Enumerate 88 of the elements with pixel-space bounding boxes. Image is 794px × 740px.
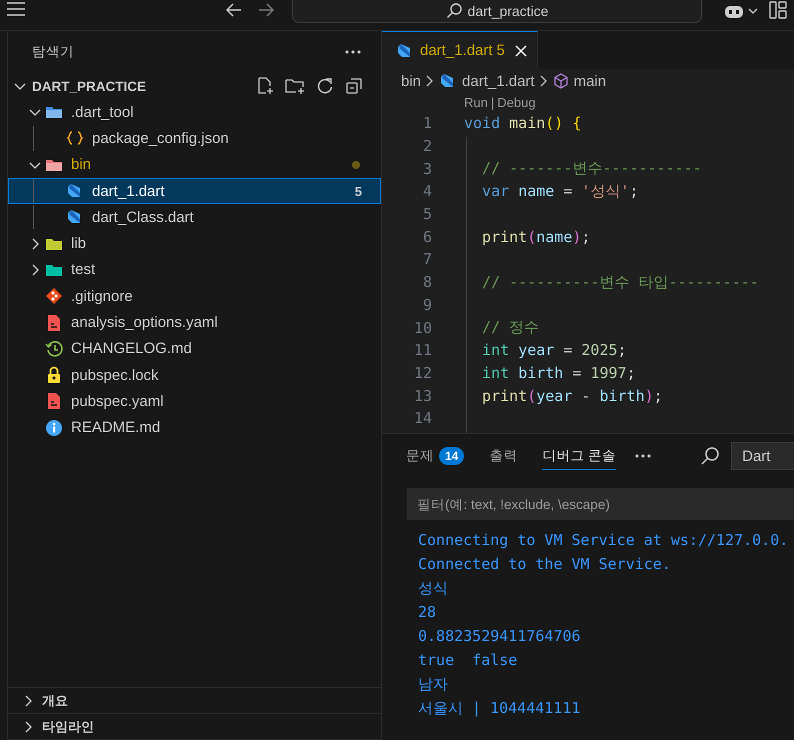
- console-line: 28: [418, 602, 438, 623]
- code-line: // ----------변수 타입----------: [481, 272, 759, 292]
- console-line: Connected to the VM Service.: [418, 554, 672, 575]
- run-link[interactable]: Run: [464, 95, 488, 110]
- line-number: 2: [422, 137, 432, 156]
- session-dropdown[interactable]: Dart: [731, 442, 794, 470]
- command-center[interactable]: dart_practice: [292, 0, 702, 23]
- workspace-name: dart_practice: [468, 3, 548, 19]
- tree-item[interactable]: dart_Class.dart: [8, 204, 381, 230]
- line-number: 7: [422, 250, 432, 268]
- document-icon: [45, 392, 63, 410]
- chevron-icon: [426, 75, 434, 87]
- new-folder-icon[interactable]: [285, 77, 305, 95]
- braces-icon: [66, 130, 84, 146]
- lock-icon: [45, 366, 63, 384]
- filter-field[interactable]: 필터(예: text, !exclude, \escape): [407, 488, 794, 520]
- tree-item[interactable]: package_config.json: [8, 125, 381, 152]
- tree-item[interactable]: dart_1.dart 5: [8, 178, 381, 204]
- line-number: 14: [412, 409, 432, 428]
- breadcrumb[interactable]: bin: [401, 72, 422, 90]
- editor-tab[interactable]: dart_1.dart 5: [382, 31, 538, 69]
- panel-tab[interactable]: 문제 14: [406, 442, 464, 470]
- line-number: 12: [412, 364, 432, 382]
- panel-tab[interactable]: 디버그 콘솔: [542, 442, 616, 470]
- new-file-icon[interactable]: [256, 77, 274, 95]
- line-number: 10: [412, 318, 432, 337]
- code-line: print(name);: [481, 228, 590, 246]
- tree-item[interactable]: pubspec.yaml: [8, 388, 381, 415]
- code-line: // 정수: [481, 318, 540, 338]
- more-icon[interactable]: [345, 50, 361, 54]
- code-line: int year = 2025;: [481, 341, 627, 360]
- console-line: 남자: [418, 674, 449, 695]
- code-line: void main() {: [464, 114, 582, 132]
- problem-count: 5: [354, 184, 362, 199]
- line-number: 9: [422, 296, 432, 314]
- project-header[interactable]: DART_PRACTICE: [8, 73, 381, 99]
- cube-icon: [552, 73, 569, 89]
- line-number: 4: [422, 182, 432, 200]
- panel-tab[interactable]: 출력: [489, 442, 518, 470]
- tree-item[interactable]: README.md: [8, 414, 381, 441]
- search-icon: [446, 3, 462, 19]
- tree-item[interactable]: analysis_options.yaml: [8, 309, 381, 336]
- close-icon[interactable]: [514, 44, 527, 56]
- line-number: 13: [412, 386, 432, 405]
- breadcrumb[interactable]: main: [574, 72, 606, 90]
- folder-icon: [45, 104, 63, 120]
- git-icon: [45, 287, 63, 306]
- section-header[interactable]: 타임라인: [8, 714, 381, 740]
- tree-item[interactable]: .gitignore: [8, 283, 381, 310]
- tree-item[interactable]: CHANGELOG.md: [8, 336, 381, 362]
- search-icon[interactable]: [700, 446, 720, 466]
- console-line: true false: [418, 650, 518, 671]
- layout-icon[interactable]: [769, 1, 787, 19]
- more-icon[interactable]: [635, 454, 652, 458]
- document-icon: [45, 314, 63, 332]
- section-header[interactable]: 개요: [8, 688, 381, 714]
- line-number: 8: [422, 273, 432, 292]
- code-line: var name = '성식';: [481, 182, 638, 201]
- forward-arrow-icon[interactable]: [258, 3, 274, 17]
- console-line: 서울시 | 1044441111: [418, 698, 582, 719]
- code-line: // -------변수-----------: [481, 159, 702, 178]
- line-number: 1: [422, 114, 432, 132]
- line-number: 6: [422, 228, 432, 246]
- back-arrow-icon[interactable]: [226, 3, 242, 17]
- line-number: 3: [422, 160, 432, 178]
- code-line: int birth = 1997;: [481, 364, 636, 382]
- robot-icon[interactable]: [724, 3, 758, 19]
- refresh-icon[interactable]: [316, 77, 334, 95]
- line-number: 5: [422, 205, 432, 224]
- explorer-title: 탐색기: [32, 43, 74, 61]
- history-icon: [45, 340, 63, 358]
- breadcrumb[interactable]: dart_1.dart: [462, 72, 535, 90]
- console-line: 0.8823529411764706: [418, 626, 582, 647]
- menu-icon[interactable]: [6, 2, 26, 16]
- tree-item[interactable]: bin: [8, 152, 381, 178]
- tree-item[interactable]: .dart_tool: [8, 99, 381, 126]
- code-line: print(year - birth);: [481, 386, 663, 405]
- tree-item[interactable]: lib: [8, 230, 381, 257]
- separator: |: [490, 95, 494, 110]
- tree-item[interactable]: pubspec.lock: [8, 362, 381, 388]
- line-number: 11: [412, 341, 432, 360]
- debug-link[interactable]: Debug: [497, 95, 536, 110]
- chevron-icon: [540, 75, 548, 87]
- info-icon: [45, 418, 63, 437]
- tree-item[interactable]: test: [8, 256, 381, 284]
- console-line: Connecting to VM Service at ws://127.0.0.: [418, 530, 790, 551]
- collapse-all-icon[interactable]: [345, 77, 363, 95]
- console-line: 성식: [418, 578, 449, 599]
